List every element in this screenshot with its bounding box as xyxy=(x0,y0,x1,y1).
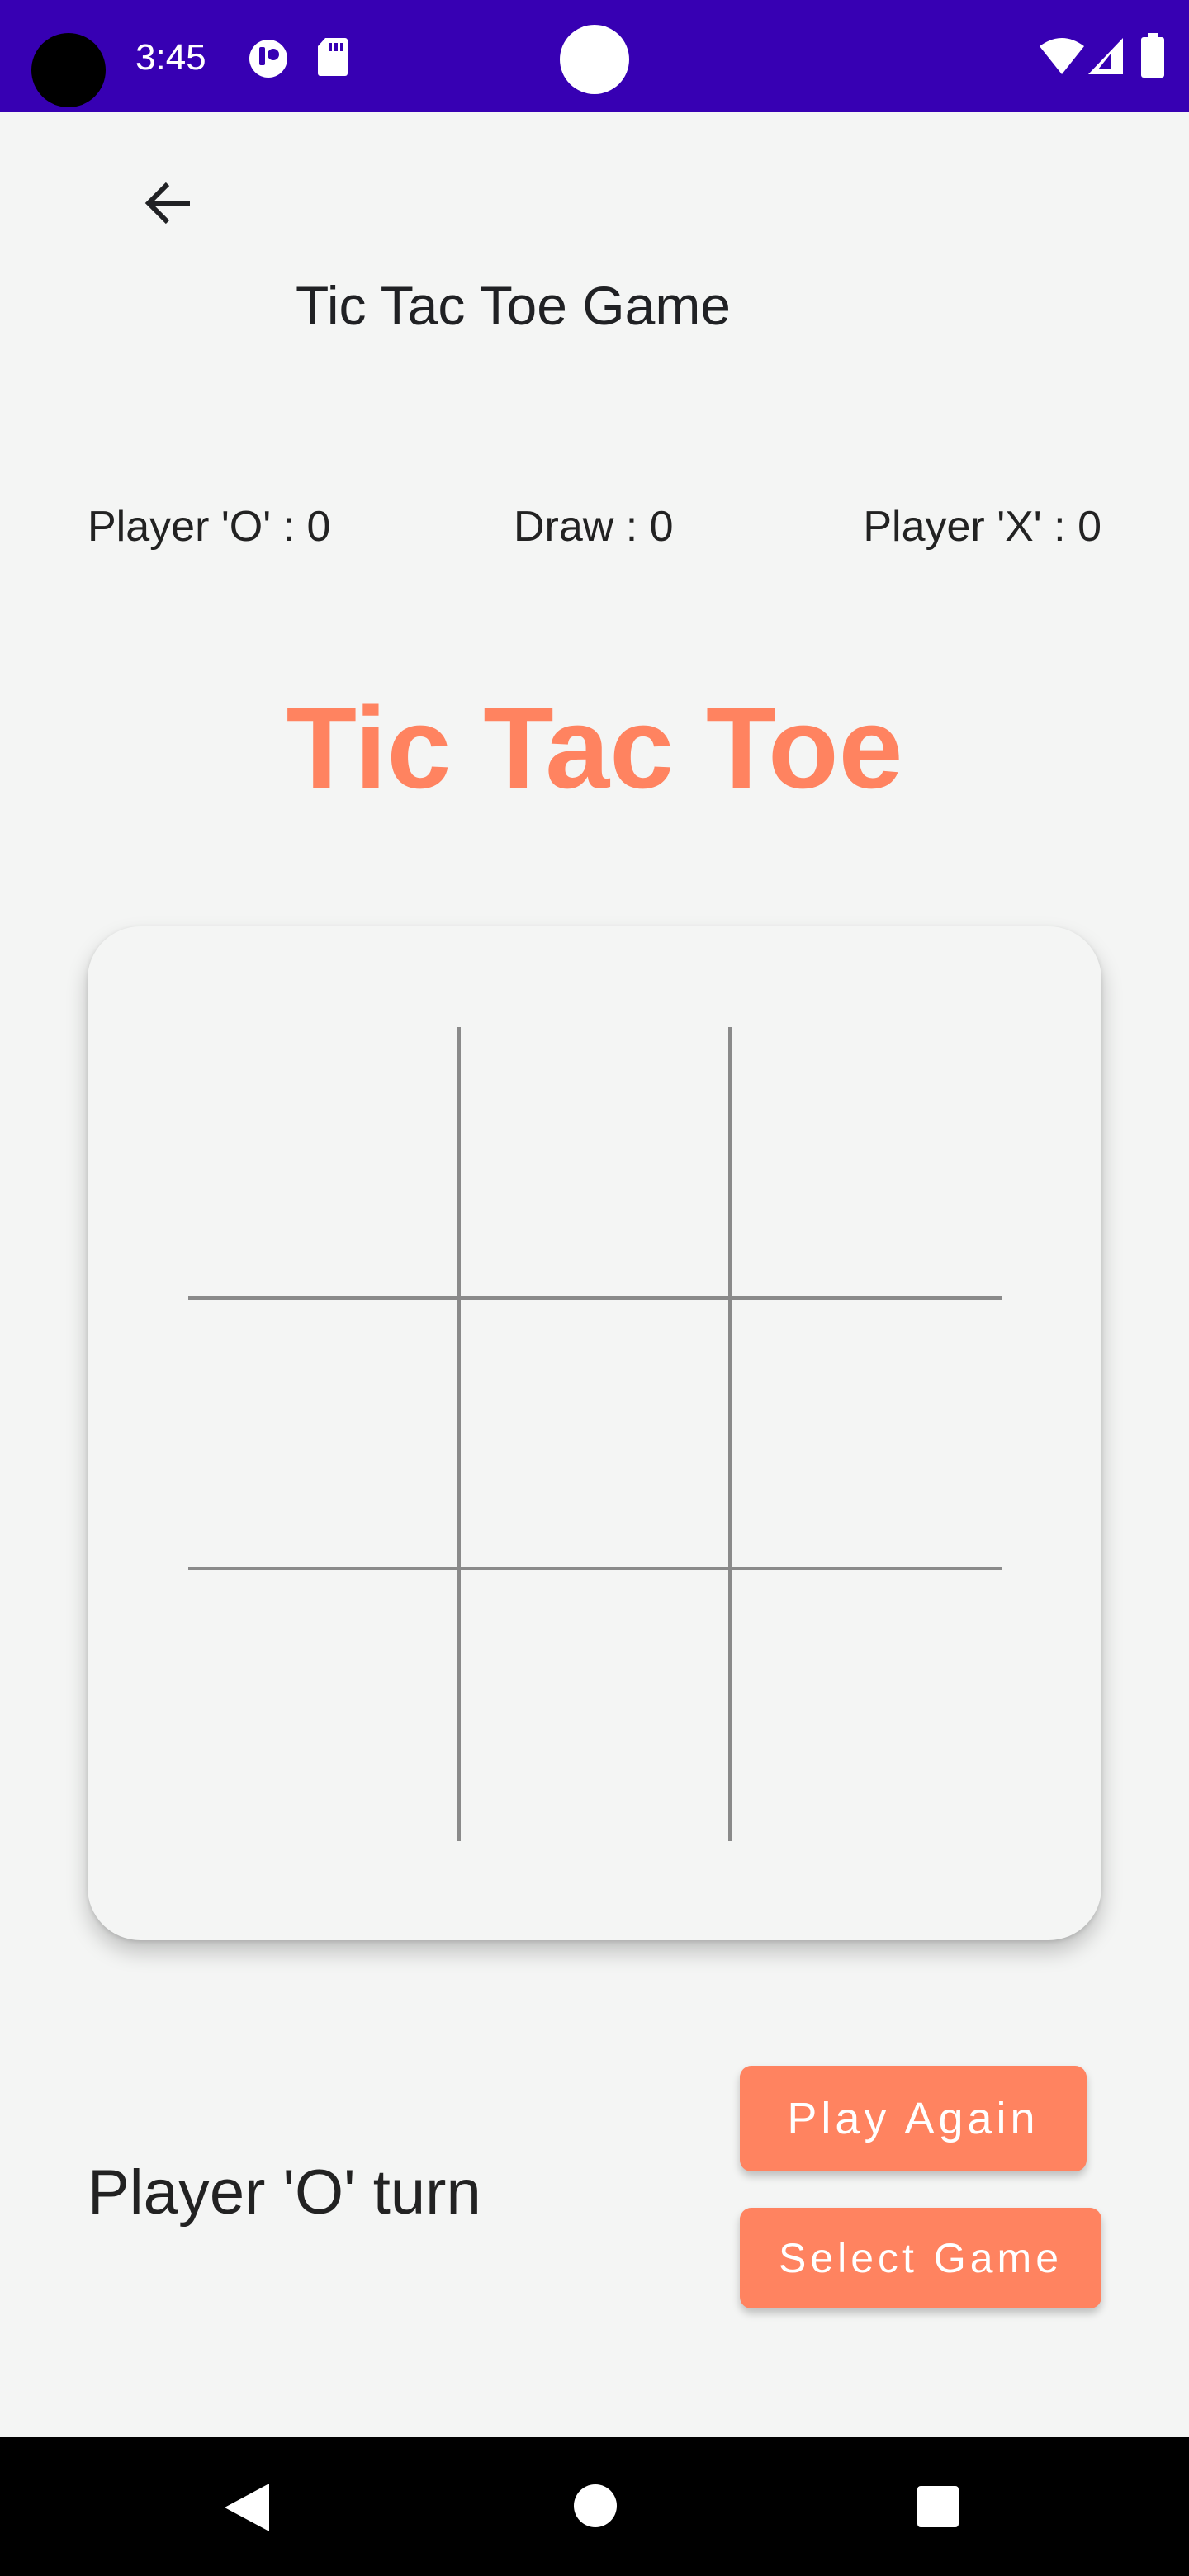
turn-indicator: Player 'O' turn xyxy=(88,2157,481,2228)
game-title: Tic Tac Toe xyxy=(286,683,903,812)
sd-card-icon xyxy=(318,38,348,76)
board-cell-4[interactable] xyxy=(188,1300,457,1569)
navigation-bar xyxy=(0,2437,1189,2576)
recents-square-icon[interactable] xyxy=(917,2485,959,2528)
score-player-o: Player 'O' : 0 xyxy=(88,503,331,551)
back-button[interactable] xyxy=(124,159,213,248)
battery-icon xyxy=(1141,33,1164,78)
status-bar: 3:45 xyxy=(0,0,1189,112)
status-time: 3:45 xyxy=(135,37,206,78)
page-title: Tic Tac Toe Game xyxy=(296,275,732,336)
home-circle-icon[interactable] xyxy=(573,2484,618,2528)
board-cell-6[interactable] xyxy=(732,1300,1001,1569)
board-cell-2[interactable] xyxy=(461,1027,730,1296)
board-cell-8[interactable] xyxy=(461,1570,730,1840)
arrow-left-icon xyxy=(144,182,190,225)
board-cell-1[interactable] xyxy=(188,1027,457,1296)
board-cell-9[interactable] xyxy=(732,1570,1001,1840)
camera-hole xyxy=(31,33,106,107)
board-cell-5[interactable] xyxy=(461,1300,730,1569)
score-draw: Draw : 0 xyxy=(514,503,674,551)
play-again-button[interactable]: Play Again xyxy=(740,2066,1087,2171)
signal-icon xyxy=(1088,38,1123,74)
game-controller-icon xyxy=(249,40,287,78)
notch-dot xyxy=(560,25,629,94)
board-cell-3[interactable] xyxy=(732,1027,1001,1296)
select-game-button[interactable]: Select Game xyxy=(740,2208,1101,2308)
wifi-icon xyxy=(1040,38,1084,74)
score-player-x: Player 'X' : 0 xyxy=(863,503,1101,551)
board-cell-7[interactable] xyxy=(188,1570,457,1840)
back-triangle-icon[interactable] xyxy=(223,2482,271,2533)
